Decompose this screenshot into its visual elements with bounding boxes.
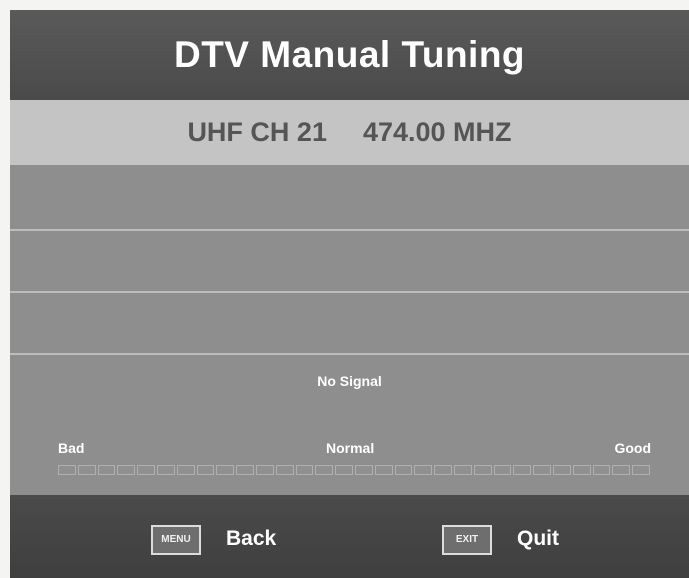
meter-segment	[572, 465, 591, 475]
channel-selector[interactable]: UHF CH 21 474.00 MHZ	[10, 100, 689, 165]
meter-segment	[612, 465, 631, 475]
meter-segment	[473, 465, 492, 475]
quality-label-good: Good	[614, 440, 651, 456]
footer-bar: MENU Back EXIT Quit	[10, 495, 689, 578]
meter-segment	[176, 465, 195, 475]
meter-segment	[255, 465, 274, 475]
meter-segment	[196, 465, 215, 475]
meter-segment	[315, 465, 334, 475]
menu-key-icon[interactable]: MENU	[151, 525, 201, 555]
meter-segment	[117, 465, 136, 475]
meter-segment	[137, 465, 155, 475]
meter-segment	[77, 465, 96, 475]
meter-segment	[156, 465, 175, 475]
title-bar: DTV Manual Tuning	[10, 10, 689, 100]
tv-osd-screen: DTV Manual Tuning UHF CH 21 474.00 MHZ N…	[10, 10, 689, 578]
meter-segment	[513, 465, 532, 475]
meter-segment	[97, 465, 116, 475]
meter-segment	[58, 465, 76, 475]
empty-row-1	[10, 165, 689, 229]
empty-row-2	[10, 229, 689, 293]
quit-label: Quit	[517, 527, 559, 550]
meter-segment	[216, 465, 235, 475]
meter-segment	[552, 465, 571, 475]
meter-segment	[295, 465, 314, 475]
meter-segment	[493, 465, 512, 475]
channel-number: UHF CH 21	[187, 117, 327, 147]
meter-segment	[335, 465, 353, 475]
back-label: Back	[226, 527, 277, 550]
meter-segment	[434, 465, 452, 475]
signal-quality-meter	[58, 465, 650, 477]
empty-row-3	[10, 291, 689, 355]
signal-status: No Signal	[317, 373, 382, 389]
quality-label-normal: Normal	[326, 440, 375, 456]
meter-segment	[275, 465, 294, 475]
meter-segment	[453, 465, 472, 475]
meter-segment	[533, 465, 551, 475]
page-title: DTV Manual Tuning	[173, 34, 526, 75]
meter-segment	[592, 465, 611, 475]
meter-segment	[414, 465, 433, 475]
meter-segment	[236, 465, 254, 475]
quality-label-bad: Bad	[58, 440, 85, 456]
meter-segment	[374, 465, 393, 475]
meter-segment	[394, 465, 413, 475]
meter-segment	[354, 465, 373, 475]
channel-frequency: 474.00 MHZ	[362, 117, 512, 147]
exit-key-icon[interactable]: EXIT	[442, 525, 492, 555]
meter-segment	[632, 465, 650, 475]
signal-area: No Signal Bad Normal Good	[10, 353, 689, 497]
